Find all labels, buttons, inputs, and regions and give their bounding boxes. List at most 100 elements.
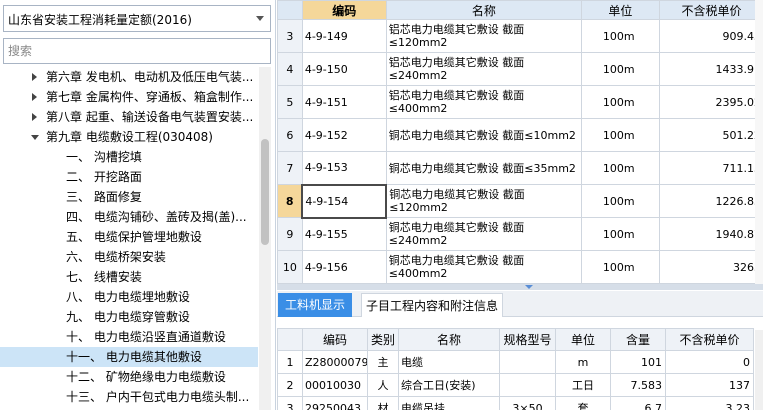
quota-row[interactable]: 3 4-9-149 铝芯电力电缆其它敷设 截面≤120mm2 100m 909.43 — [277, 19, 763, 53]
row-number[interactable]: 3 — [277, 19, 303, 53]
collapsed-arrow-icon[interactable] — [32, 73, 37, 81]
chevron-down-icon[interactable] — [256, 16, 264, 21]
quota-price[interactable]: 3265 — [658, 250, 763, 284]
res-unit[interactable]: 工日 — [555, 373, 611, 397]
quota-name[interactable]: 铜芯电力电缆其它敷设 截面≤10mm2 — [385, 118, 582, 152]
quota-price[interactable]: 1226.85 — [658, 184, 763, 218]
quota-name[interactable]: 铝芯电力电缆其它敷设 截面≤240mm2 — [385, 52, 582, 86]
res-col-qty[interactable]: 含量 — [610, 328, 666, 351]
tree-item[interactable]: 三、 路面修复 — [0, 187, 258, 207]
res-unit[interactable]: m — [555, 350, 611, 374]
collapse-arrow-icon[interactable] — [525, 285, 533, 289]
resource-row[interactable]: 1 Z28000079 主电缆 m 101 0 — [277, 350, 754, 374]
row-number[interactable]: 10 — [277, 250, 303, 284]
tree-item[interactable]: 十、 电力电缆沿竖直通道敷设 — [0, 327, 258, 347]
quota-unit[interactable]: 100m — [580, 184, 660, 218]
quota-row[interactable]: 5 4-9-151 铝芯电力电缆其它敷设 截面≤400mm2 100m 2395.02 — [277, 85, 763, 119]
resource-table-scrollbar[interactable] — [755, 330, 763, 410]
quota-row[interactable]: 9 4-9-155 铜芯电力电缆其它敷设 截面≤240mm2 100m 1940.87 — [277, 217, 763, 251]
quota-row[interactable]: 6 4-9-152 铜芯电力电缆其它敷设 截面≤10mm2 100m 501.22 — [277, 118, 763, 152]
res-spec[interactable] — [499, 373, 556, 397]
col-header-unit[interactable]: 单位 — [580, 0, 660, 20]
res-unit[interactable]: 套 — [555, 396, 611, 410]
quota-name[interactable]: 铝芯电力电缆其它敷设 截面≤120mm2 — [385, 19, 582, 53]
res-name[interactable]: 综合工日(安装) — [398, 373, 500, 397]
collapsed-arrow-icon[interactable] — [32, 93, 37, 101]
res-price[interactable]: 137 — [665, 373, 754, 397]
tree-scrollbar-thumb[interactable] — [261, 139, 269, 245]
quota-price[interactable]: 1940.87 — [658, 217, 763, 251]
row-number[interactable]: 6 — [277, 118, 303, 152]
res-type[interactable]: 主 — [367, 350, 399, 374]
res-row-number[interactable]: 1 — [277, 350, 303, 374]
res-price[interactable]: 3.23 — [665, 396, 754, 410]
res-type[interactable]: 人 — [367, 373, 399, 397]
quota-code[interactable]: 4-9-154 — [301, 183, 388, 219]
quota-name[interactable]: 铜芯电力电缆其它敷设 截面≤240mm2 — [385, 217, 582, 251]
quota-row[interactable]: 4 4-9-150 铝芯电力电缆其它敷设 截面≤240mm2 100m 1433.91 — [277, 52, 763, 86]
res-qty[interactable]: 101 — [610, 350, 666, 374]
res-col-unit[interactable]: 单位 — [555, 328, 611, 351]
res-qty[interactable]: 7.583 — [610, 373, 666, 397]
row-number[interactable]: 8 — [277, 184, 303, 218]
tree-item[interactable]: 一、 沟槽挖填 — [0, 147, 258, 167]
res-price[interactable]: 0 — [665, 350, 754, 374]
quota-name[interactable]: 铜芯电力电缆其它敷设 截面≤35mm2 — [385, 151, 582, 185]
res-col-code[interactable]: 编码 — [302, 328, 368, 351]
quota-code[interactable]: 4-9-152 — [301, 118, 387, 152]
pane-splitter[interactable] — [277, 284, 763, 290]
res-name[interactable]: 电缆吊挂 — [398, 396, 500, 410]
quota-row[interactable]: 7 4-9-153 铜芯电力电缆其它敷设 截面≤35mm2 100m 711.13 — [277, 151, 763, 185]
tree-item[interactable]: 十二、 矿物绝缘电力电缆敷设 — [0, 367, 258, 387]
res-code[interactable]: 29250043 — [302, 396, 368, 410]
quota-code[interactable]: 4-9-150 — [301, 52, 387, 86]
quota-code[interactable]: 4-9-149 — [301, 19, 387, 53]
quota-row[interactable]: 8 4-9-154 铜芯电力电缆其它敷设 截面≤120mm2 100m 1226.85 — [277, 183, 763, 219]
quota-unit[interactable]: 100m — [580, 19, 660, 53]
quota-unit[interactable]: 100m — [580, 118, 660, 152]
res-col-spec[interactable]: 规格型号 — [499, 328, 556, 351]
res-col-type[interactable]: 类别 — [367, 328, 399, 351]
res-row-number[interactable]: 2 — [277, 373, 303, 397]
col-header-price[interactable]: 不含税单价 — [658, 0, 763, 20]
tree-item[interactable]: 八、 电力电缆埋地敷设 — [0, 287, 258, 307]
quota-unit[interactable]: 100m — [580, 85, 660, 119]
res-spec[interactable]: 3×50 — [499, 396, 556, 410]
res-row-number[interactable]: 3 — [277, 396, 303, 410]
res-spec[interactable] — [499, 350, 556, 374]
expanded-arrow-icon[interactable] — [31, 135, 39, 140]
tree-item[interactable]: 七、 线槽安装 — [0, 267, 258, 287]
quota-unit[interactable]: 100m — [580, 52, 660, 86]
quota-price[interactable]: 909.43 — [658, 19, 763, 53]
row-number[interactable]: 4 — [277, 52, 303, 86]
quota-price[interactable]: 1433.91 — [658, 52, 763, 86]
collapsed-arrow-icon[interactable] — [32, 113, 37, 121]
row-number[interactable]: 9 — [277, 217, 303, 251]
col-header-code[interactable]: 编码 — [301, 0, 387, 20]
tree-item[interactable]: 第六章 发电机、电动机及低压电气装... — [0, 67, 258, 87]
tab-sub-content[interactable]: 子目工程内容和附注信息 — [361, 293, 503, 317]
quota-unit[interactable]: 100m — [580, 151, 660, 185]
quota-name[interactable]: 铜芯电力电缆其它敷设 截面≤120mm2 — [385, 184, 582, 218]
tab-labor-material[interactable]: 工料机显示 — [278, 293, 352, 317]
quota-name[interactable]: 铝芯电力电缆其它敷设 截面≤400mm2 — [385, 85, 582, 119]
search-box[interactable] — [3, 38, 271, 64]
res-qty[interactable]: 6.7 — [610, 396, 666, 410]
quota-code[interactable]: 4-9-153 — [301, 151, 387, 185]
tree-item[interactable]: 六、 电缆桥架安装 — [0, 247, 258, 267]
tree-item[interactable]: 四、 电缆沟铺砂、盖砖及揭(盖)... — [0, 207, 258, 227]
col-header-name[interactable]: 名称 — [385, 0, 582, 20]
resource-row[interactable]: 3 29250043 材电缆吊挂 3×50 套 6.7 3.23 — [277, 396, 754, 410]
quota-unit[interactable]: 100m — [580, 250, 660, 284]
tree-scrollbar[interactable] — [259, 67, 271, 410]
quota-price[interactable]: 711.13 — [658, 151, 763, 185]
tree-item[interactable]: 二、 开挖路面 — [0, 167, 258, 187]
tree-item[interactable]: 第八章 起重、输送设备电气装置安装... — [0, 107, 258, 127]
res-code[interactable]: Z28000079 — [302, 350, 368, 374]
res-col-price[interactable]: 不含税单价 — [665, 328, 754, 351]
quota-table-scrollbar[interactable] — [755, 0, 763, 284]
quota-library-select[interactable]: 山东省安装工程消耗量定额(2016) — [3, 5, 271, 32]
quota-name[interactable]: 铜芯电力电缆其它敷设 截面≤400mm2 — [385, 250, 582, 284]
quota-code[interactable]: 4-9-155 — [301, 217, 387, 251]
quota-price[interactable]: 501.22 — [658, 118, 763, 152]
